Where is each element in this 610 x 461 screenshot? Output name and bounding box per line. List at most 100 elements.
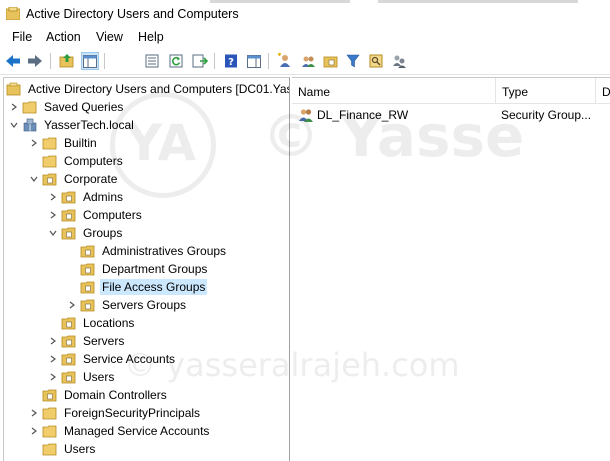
chevron-right-icon[interactable] <box>45 206 61 224</box>
chevron-right-icon[interactable] <box>26 134 42 152</box>
tree-root[interactable]: Active Directory Users and Computers [DC… <box>6 80 289 98</box>
chevron-right-icon[interactable] <box>45 350 61 368</box>
filter-icon[interactable] <box>344 52 362 70</box>
folder-icon <box>80 281 95 294</box>
menu-action[interactable]: Action <box>45 30 82 44</box>
details-pane[interactable]: Name Type D DL_Finance_RW Security Group… <box>292 77 610 461</box>
folder-icon <box>22 101 37 114</box>
delegate-icon[interactable] <box>390 52 408 70</box>
list-item[interactable]: DL_Finance_RW Security Group... <box>292 105 610 125</box>
folder-icon <box>42 443 57 456</box>
tree-item-label: Administratives Groups <box>102 244 227 258</box>
title-bar-edge <box>210 0 350 3</box>
column-header-type-label: Type <box>502 85 529 99</box>
tree-item-yassertech-local[interactable]: YasserTech.local <box>6 116 136 134</box>
tree-item-label: ForeignSecurityPrincipals <box>64 406 201 420</box>
tree-item-department-groups[interactable]: Department Groups <box>64 260 209 278</box>
tree-item-label: Computers <box>83 208 142 222</box>
chevron-down-icon[interactable] <box>45 224 61 242</box>
menu-help[interactable]: Help <box>137 30 165 44</box>
tree-item-groups[interactable]: Groups <box>45 224 124 242</box>
tree-item-domain-controllers[interactable]: Domain Controllers <box>26 386 169 404</box>
new-group-icon[interactable] <box>299 52 317 70</box>
tree-item-servers[interactable]: Servers <box>45 332 126 350</box>
tree-item-admins[interactable]: Admins <box>45 188 125 206</box>
chevron-right-icon[interactable] <box>26 422 42 440</box>
aduc-app-icon <box>6 7 20 20</box>
properties-icon[interactable] <box>143 52 161 70</box>
chevron-right-icon[interactable] <box>26 404 42 422</box>
menu-bar: File Action View Help <box>0 28 610 48</box>
tree-item-servers-groups[interactable]: Servers Groups <box>64 296 188 314</box>
back-icon[interactable] <box>4 52 22 70</box>
folder-icon <box>42 407 57 420</box>
tree-item-label: Locations <box>83 316 135 330</box>
folder-icon <box>61 209 76 222</box>
title-bar-edge <box>378 0 578 3</box>
chevron-right-icon[interactable] <box>6 98 22 116</box>
tree-item-administratives-groups[interactable]: Administratives Groups <box>64 242 228 260</box>
up-folder-icon[interactable] <box>58 52 76 70</box>
console-tree[interactable]: Active Directory Users and Computers [DC… <box>3 77 290 461</box>
tree-item-builtin[interactable]: Builtin <box>26 134 99 152</box>
folder-icon <box>42 389 57 402</box>
title-bar: Active Directory Users and Computers <box>0 0 610 28</box>
tree-item-label: Computers <box>64 154 123 168</box>
chevron-down-icon[interactable] <box>26 170 42 188</box>
show-action-pane-icon[interactable] <box>245 52 263 70</box>
tree-item-label: Servers <box>83 334 125 348</box>
tree-item-label: Groups <box>83 226 123 240</box>
chevron-right-icon[interactable] <box>45 368 61 386</box>
toolbar-separator <box>214 53 215 69</box>
column-header-name[interactable]: Name <box>292 78 496 104</box>
column-header-description-label: D <box>602 85 610 99</box>
tree-item-label: Managed Service Accounts <box>64 424 210 438</box>
menu-view[interactable]: View <box>95 30 124 44</box>
column-header-description[interactable]: D <box>596 78 610 104</box>
tree-item-managed-service-accounts[interactable]: Managed Service Accounts <box>26 422 211 440</box>
new-ou-icon[interactable] <box>322 52 340 70</box>
tree-item-label: YasserTech.local <box>44 118 134 132</box>
forward-icon[interactable] <box>26 52 44 70</box>
refresh-icon[interactable] <box>167 52 185 70</box>
tree-item-label: Corporate <box>64 172 118 186</box>
folder-icon <box>61 191 76 204</box>
tree-item-service-accounts[interactable]: Service Accounts <box>45 350 177 368</box>
find-icon[interactable] <box>367 52 385 70</box>
domain-icon <box>23 118 37 132</box>
tree-item-label: File Access Groups <box>100 279 208 295</box>
toolbar-separator <box>50 53 51 69</box>
help-icon[interactable]: ? <box>222 52 240 70</box>
folder-icon <box>42 173 57 186</box>
show-console-tree-icon[interactable] <box>81 52 99 70</box>
tree-item-computers[interactable]: Computers <box>26 152 125 170</box>
export-list-icon[interactable] <box>191 52 209 70</box>
chevron-right-icon[interactable] <box>45 332 61 350</box>
folder-icon <box>80 299 95 312</box>
menu-file[interactable]: File <box>11 30 33 44</box>
folder-icon <box>61 353 76 366</box>
folder-icon <box>80 245 95 258</box>
tree-item-label: Domain Controllers <box>64 388 167 402</box>
tree-item-corporate[interactable]: Corporate <box>26 170 119 188</box>
tree-item-label: Admins <box>83 190 124 204</box>
tree-item-locations[interactable]: Locations <box>45 314 136 332</box>
tree-item-label: Department Groups <box>102 262 208 276</box>
new-user-icon[interactable] <box>276 52 294 70</box>
tree-item-computers[interactable]: Computers <box>45 206 144 224</box>
tree-item-saved-queries[interactable]: Saved Queries <box>6 98 125 116</box>
tree-item-file-access-groups[interactable]: File Access Groups <box>64 278 208 296</box>
tree-item-foreignsecurityprincipals[interactable]: ForeignSecurityPrincipals <box>26 404 202 422</box>
column-header-type[interactable]: Type <box>496 78 596 104</box>
chevron-right-icon[interactable] <box>45 188 61 206</box>
folder-icon <box>61 371 76 384</box>
tree-item-users[interactable]: Users <box>45 368 116 386</box>
tree-item-users[interactable]: Users <box>26 440 97 458</box>
chevron-down-icon[interactable] <box>6 116 22 134</box>
chevron-right-icon[interactable] <box>64 296 80 314</box>
